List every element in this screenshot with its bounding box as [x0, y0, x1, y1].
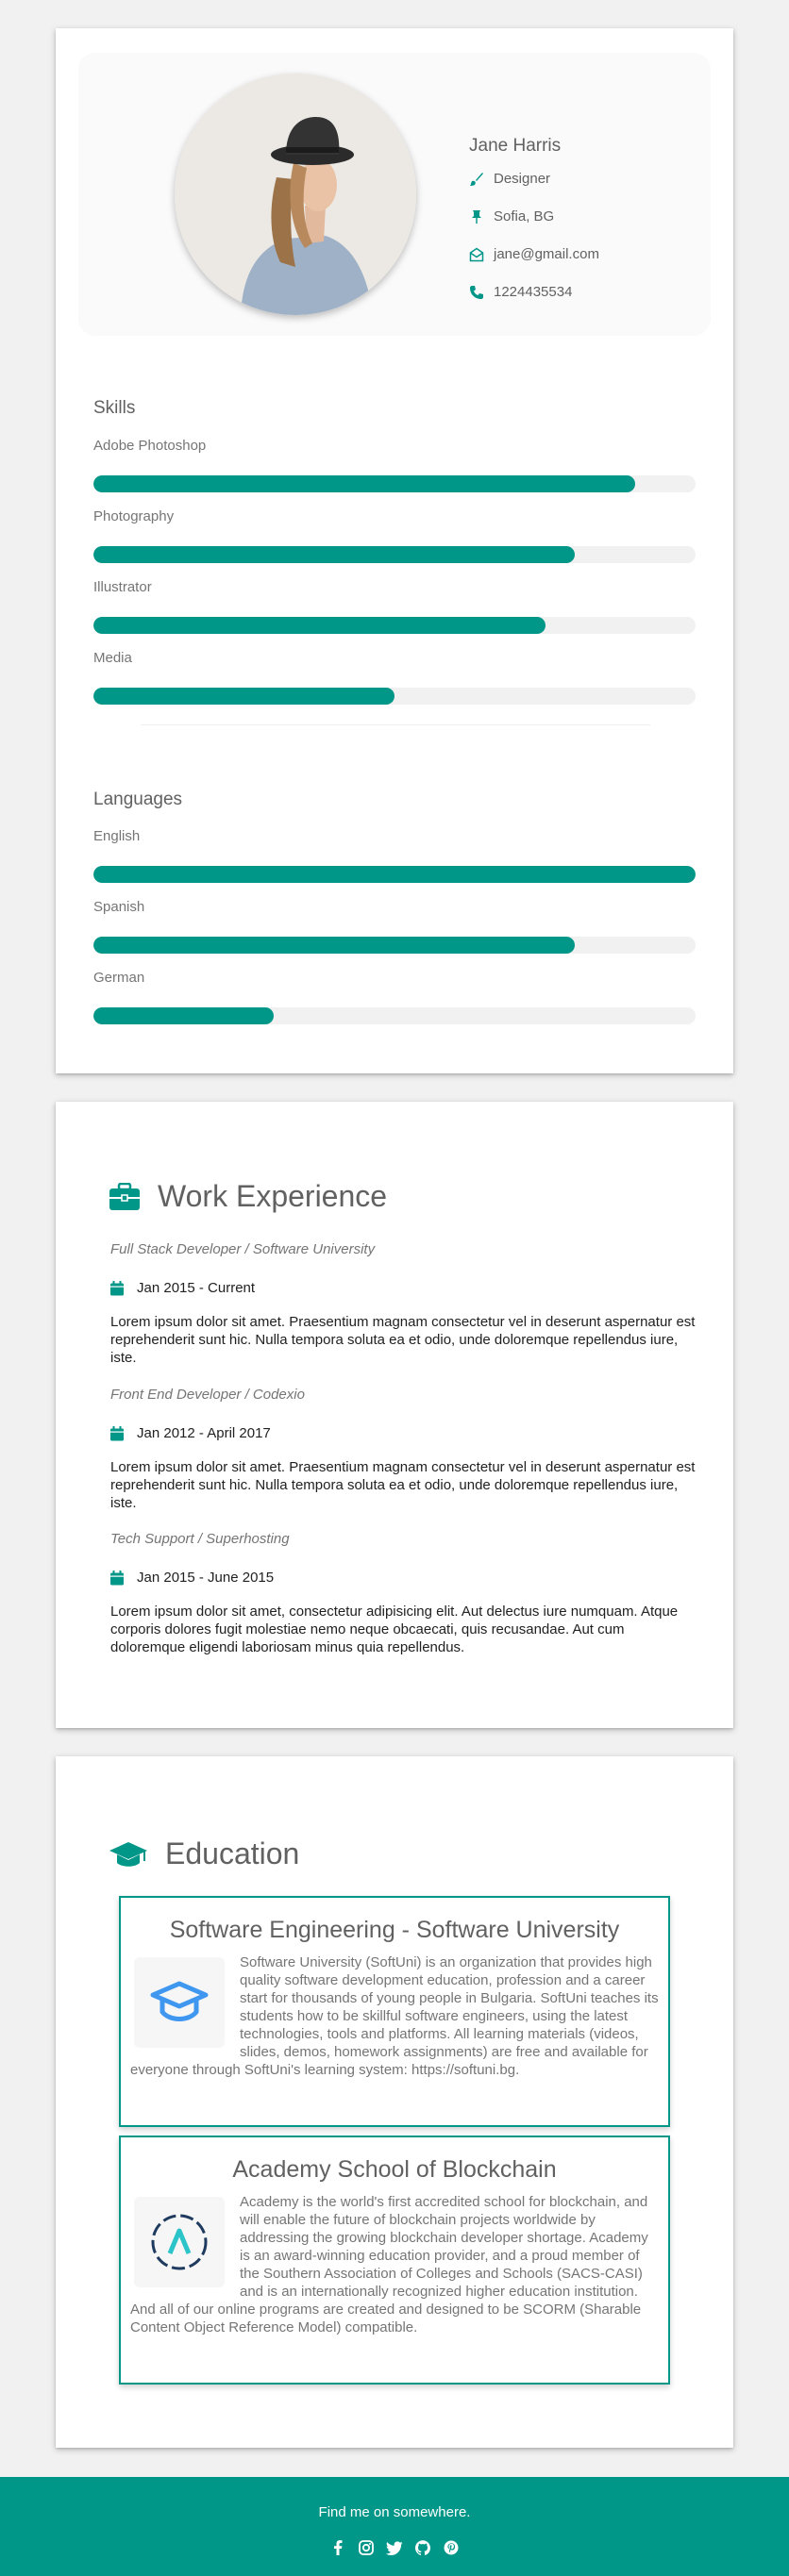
calendar-icon — [110, 1425, 124, 1440]
profile-role: Designer — [494, 171, 551, 187]
footer: Find me on somewhere. — [0, 2477, 789, 2576]
education-item: Academy School of Blockchain Academy is … — [119, 2136, 670, 2385]
phone-icon — [470, 285, 483, 299]
map-pin-icon — [472, 209, 481, 224]
email-row: jane@gmail.com — [469, 246, 599, 262]
languages-title: Languages — [93, 789, 183, 809]
job-date-text: Jan 2015 - June 2015 — [137, 1570, 275, 1586]
job-title: Front End Developer / Codexio — [110, 1387, 305, 1403]
skill-bar-fill — [93, 546, 576, 563]
job-date: Jan 2015 - June 2015 — [110, 1570, 274, 1586]
avatar — [175, 74, 416, 315]
education-title: Education — [165, 1836, 300, 1870]
location-row: Sofia, BG — [469, 208, 554, 224]
language-label: English — [93, 828, 141, 844]
skill-bar-fill — [93, 475, 636, 492]
facebook-icon[interactable] — [329, 2539, 346, 2556]
job-title: Full Stack Developer / Software Universi… — [110, 1241, 376, 1257]
skill-label: Adobe Photoshop — [93, 438, 207, 454]
language-label: Spanish — [93, 899, 145, 915]
job-description: Lorem ipsum dolor sit amet. Praesentium … — [110, 1314, 696, 1366]
job-description: Lorem ipsum dolor sit amet. Praesentium … — [110, 1459, 696, 1511]
job-description: Lorem ipsum dolor sit amet, consectetur … — [110, 1604, 679, 1655]
language-label: German — [93, 970, 145, 986]
education-item-body: Academy is the world's first accredited … — [121, 2184, 668, 2336]
education-item-heading: Academy School of Blockchain — [232, 2156, 557, 2183]
job-date: Jan 2012 - April 2017 — [110, 1425, 271, 1441]
profile-email[interactable]: jane@gmail.com — [494, 246, 599, 262]
profile-phone[interactable]: 1224435534 — [494, 284, 572, 300]
education-heading: Education — [109, 1836, 299, 1871]
job-date-text: Jan 2012 - April 2017 — [137, 1425, 271, 1441]
instagram-icon[interactable] — [358, 2539, 375, 2556]
education-card: Education Software Engineering - Softwar… — [56, 1756, 733, 2448]
section-divider — [141, 724, 650, 725]
job-title: Tech Support / Superhosting — [110, 1531, 290, 1547]
language-bar — [93, 1007, 696, 1024]
language-bar-fill — [93, 1007, 275, 1024]
skill-bar — [93, 546, 696, 563]
skill-label: Illustrator — [93, 579, 152, 595]
twitter-icon[interactable] — [386, 2539, 403, 2556]
footer-text: Find me on somewhere. — [318, 2504, 471, 2520]
blockchain-academy-logo-icon — [134, 2197, 225, 2287]
language-bar — [93, 937, 696, 954]
skill-bar — [93, 688, 696, 705]
work-experience-card: Work Experience Full Stack Developer / S… — [56, 1102, 733, 1728]
calendar-icon — [110, 1570, 124, 1585]
skills-title: Skills — [93, 398, 136, 418]
softuni-logo-icon — [134, 1957, 225, 2048]
profile-location: Sofia, BG — [494, 208, 555, 224]
job-date-text: Jan 2015 - Current — [137, 1280, 256, 1296]
profile-name: Jane Harris — [469, 136, 562, 156]
work-experience-heading: Work Experience — [109, 1179, 387, 1214]
language-bar-fill — [93, 937, 576, 954]
pinterest-icon[interactable] — [443, 2539, 460, 2556]
github-icon[interactable] — [414, 2539, 431, 2556]
skill-bar — [93, 475, 696, 492]
work-experience-title: Work Experience — [158, 1179, 388, 1213]
education-item-body: Software University (SoftUni) is an orga… — [121, 1944, 668, 2079]
skill-bar — [93, 617, 696, 634]
role-row: Designer — [469, 171, 550, 187]
graduation-cap-icon — [109, 1841, 147, 1867]
education-item-heading: Software Engineering - Software Universi… — [169, 1917, 620, 1943]
job-date: Jan 2015 - Current — [110, 1280, 255, 1296]
skill-label: Media — [93, 650, 132, 666]
language-bar-fill — [93, 866, 696, 883]
language-bar — [93, 866, 696, 883]
skill-bar-fill — [93, 617, 546, 634]
briefcase-icon — [109, 1182, 140, 1210]
social-links — [0, 2539, 789, 2556]
calendar-icon — [110, 1280, 124, 1295]
phone-row: 1224435534 — [469, 284, 572, 300]
envelope-icon — [469, 247, 484, 261]
skill-bar-fill — [93, 688, 394, 705]
profile-card: Jane Harris Designer Sofia, BG jane@gmai… — [56, 28, 733, 1073]
paint-brush-icon — [470, 172, 483, 186]
profile-header: Jane Harris Designer Sofia, BG jane@gmai… — [78, 53, 711, 336]
education-item: Software Engineering - Software Universi… — [119, 1896, 670, 2127]
skill-label: Photography — [93, 508, 175, 524]
